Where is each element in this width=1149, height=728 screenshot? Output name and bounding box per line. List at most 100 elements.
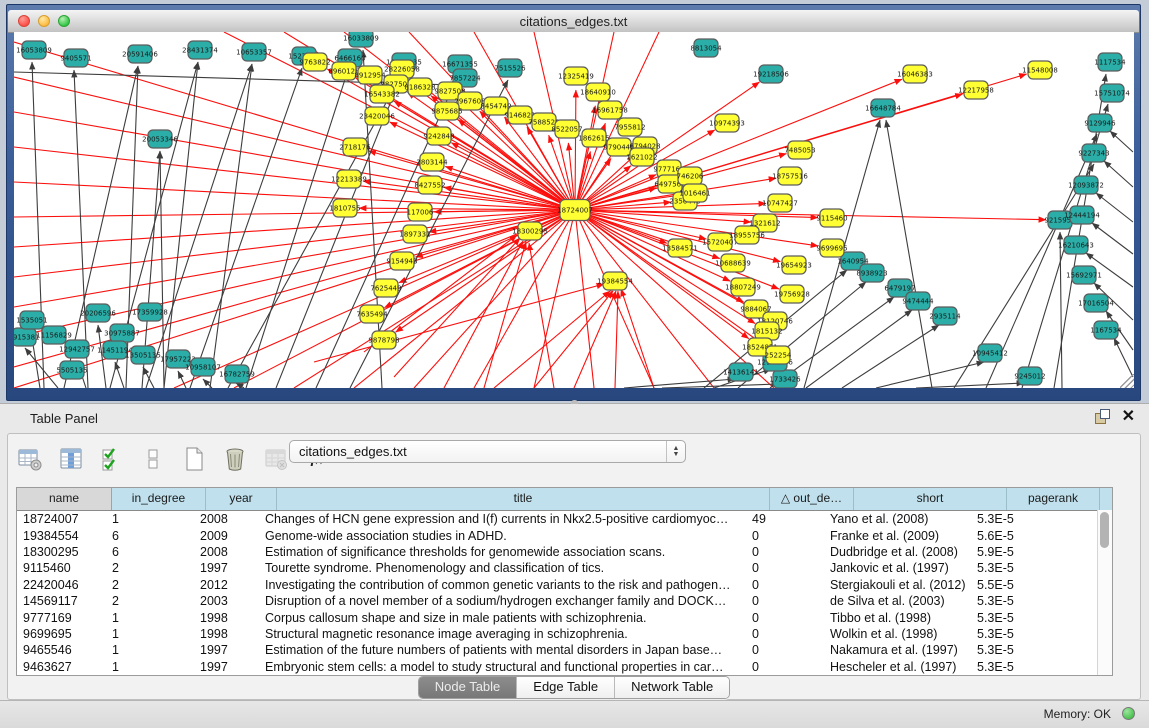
black-edge[interactable] — [115, 362, 124, 388]
table-cell[interactable]: 1 — [106, 643, 194, 657]
red-edge[interactable] — [575, 32, 659, 210]
tab-edge-table[interactable]: Edge Table — [517, 677, 615, 698]
table-cell[interactable]: 6 — [106, 545, 194, 559]
network-node[interactable]: 19756928 — [774, 285, 810, 303]
table-cell[interactable]: 0 — [746, 643, 824, 657]
table-cell[interactable]: 49 — [746, 512, 824, 526]
network-node[interactable]: 9474444 — [902, 292, 934, 310]
red-edge[interactable] — [14, 210, 575, 367]
table-cell[interactable]: 1 — [106, 611, 194, 625]
network-node[interactable]: 10974393 — [709, 114, 745, 132]
column-header-in_degree[interactable]: in_degree — [112, 488, 206, 510]
vertical-scrollbar[interactable] — [1097, 510, 1112, 675]
network-node[interactable]: 9227343 — [1078, 144, 1109, 162]
network-node[interactable]: 7515526 — [494, 59, 526, 77]
table-cell[interactable]: 1 — [106, 512, 194, 526]
network-node[interactable]: 15751074 — [1094, 84, 1130, 102]
table-cell[interactable]: Hescheler et al. (1997) — [824, 660, 971, 674]
table-cell[interactable]: 1 — [106, 627, 194, 641]
column-header-year[interactable]: year — [206, 488, 277, 510]
network-node[interactable]: 14136141 — [723, 363, 759, 381]
table-cell[interactable]: 5.3E-5 — [971, 512, 1058, 526]
table-cell[interactable]: 9463627 — [17, 660, 106, 674]
table-row[interactable]: 1456911722003Disruption of a novel membe… — [17, 593, 1112, 609]
column-header-pagerank[interactable]: pagerank — [1007, 488, 1100, 510]
table-cell[interactable]: 2 — [106, 578, 194, 592]
table-cell[interactable]: 1997 — [194, 561, 259, 575]
network-node[interactable]: 30975887 — [104, 324, 140, 342]
red-edge[interactable] — [575, 210, 654, 388]
network-node[interactable]: 12325419 — [558, 67, 594, 85]
table-row[interactable]: 1872400712008Changes of HCN gene express… — [17, 511, 1112, 527]
network-node[interactable]: 9405571 — [60, 49, 91, 67]
table-cell[interactable]: 2008 — [194, 545, 259, 559]
network-node[interactable]: 7485053 — [784, 141, 815, 159]
network-node[interactable]: 18807249 — [725, 278, 761, 296]
network-node[interactable]: 9878798 — [368, 331, 399, 349]
table-cell[interactable]: 0 — [746, 561, 824, 575]
table-cell[interactable]: 5.3E-5 — [971, 561, 1058, 575]
column-header-name[interactable]: name — [17, 488, 112, 510]
table-cell[interactable]: 0 — [746, 529, 824, 543]
table-cell[interactable]: 5.3E-5 — [971, 594, 1058, 608]
network-node[interactable]: 1621022 — [626, 148, 657, 166]
black-edge[interactable] — [1114, 338, 1133, 377]
network-node[interactable]: 9763822 — [299, 53, 330, 71]
tab-network-table[interactable]: Network Table — [615, 677, 729, 698]
red-edge[interactable] — [575, 90, 576, 210]
table-cell[interactable]: 19384554 — [17, 529, 106, 543]
black-edge[interactable] — [916, 383, 1024, 388]
red-edge[interactable] — [14, 147, 575, 210]
table-cell[interactable]: 2008 — [194, 512, 259, 526]
network-node[interactable]: 9875685 — [431, 102, 462, 120]
table-cell[interactable]: 1 — [106, 660, 194, 674]
network-node[interactable]: 11548008 — [1022, 61, 1058, 79]
select-all-icon[interactable] — [98, 445, 126, 473]
tab-node-table[interactable]: Node Table — [419, 677, 518, 698]
column-header-out_de[interactable]: △ out_de… — [770, 488, 854, 510]
network-node[interactable]: 1733426 — [769, 370, 801, 388]
table-cell[interactable]: Changes of HCN gene expression and I(f) … — [259, 512, 746, 526]
network-node[interactable]: 8938923 — [856, 264, 887, 282]
red-edge[interactable] — [621, 289, 654, 388]
network-node[interactable]: 7955812 — [614, 118, 645, 136]
black-edge[interactable] — [1092, 223, 1133, 254]
table-cell[interactable]: 9699695 — [17, 627, 106, 641]
table-cell[interactable]: 1997 — [194, 643, 259, 657]
network-node[interactable]: 2718176 — [339, 138, 371, 156]
table-cell[interactable]: de Silva et al. (2003) — [824, 594, 971, 608]
network-node[interactable]: 9115460 — [816, 209, 847, 227]
network-node[interactable]: 7635494 — [356, 305, 388, 323]
table-cell[interactable]: Yano et al. (2008) — [824, 512, 971, 526]
close-panel-icon[interactable]: ✕ — [1122, 409, 1135, 424]
black-edge[interactable] — [886, 120, 932, 388]
minimize-traffic-light-icon[interactable] — [38, 15, 50, 27]
table-cell[interactable]: 0 — [746, 627, 824, 641]
table-cell[interactable]: 1998 — [194, 627, 259, 641]
network-canvas[interactable]: 1872400716053809940557120591406284313741… — [14, 32, 1134, 388]
network-node[interactable]: 1810755 — [329, 199, 360, 217]
table-cell[interactable]: 6 — [106, 529, 194, 543]
network-node[interactable]: 9154943 — [386, 252, 417, 270]
table-cell[interactable]: Genome-wide association studies in ADHD. — [259, 529, 746, 543]
table-cell[interactable]: 0 — [746, 611, 824, 625]
network-node[interactable]: 28431374 — [182, 41, 218, 59]
table-cell[interactable]: 9465546 — [17, 643, 106, 657]
red-edge[interactable] — [574, 291, 616, 388]
table-cell[interactable]: Jankovic et al. (1997) — [824, 561, 971, 575]
black-edge[interactable] — [164, 62, 198, 388]
table-row[interactable]: 977716911998Corpus callosum shape and si… — [17, 609, 1112, 625]
new-column-icon[interactable] — [180, 445, 208, 473]
table-settings-icon[interactable] — [16, 445, 44, 473]
network-node[interactable]: 10747427 — [762, 194, 798, 212]
delete-trash-icon[interactable] — [221, 445, 249, 473]
table-cell[interactable]: Estimation of the future numbers of pati… — [259, 643, 746, 657]
red-edge[interactable] — [414, 210, 575, 388]
table-cell[interactable]: 1997 — [194, 660, 259, 674]
table-cell[interactable]: Wolkin et al. (1998) — [824, 627, 971, 641]
close-traffic-light-icon[interactable] — [18, 15, 30, 27]
network-node[interactable]: 1535051 — [16, 311, 47, 329]
table-cell[interactable]: Disruption of a novel member of a sodium… — [259, 594, 746, 608]
network-node[interactable]: 746206 — [677, 167, 704, 185]
network-node[interactable]: 7625449 — [370, 279, 401, 297]
